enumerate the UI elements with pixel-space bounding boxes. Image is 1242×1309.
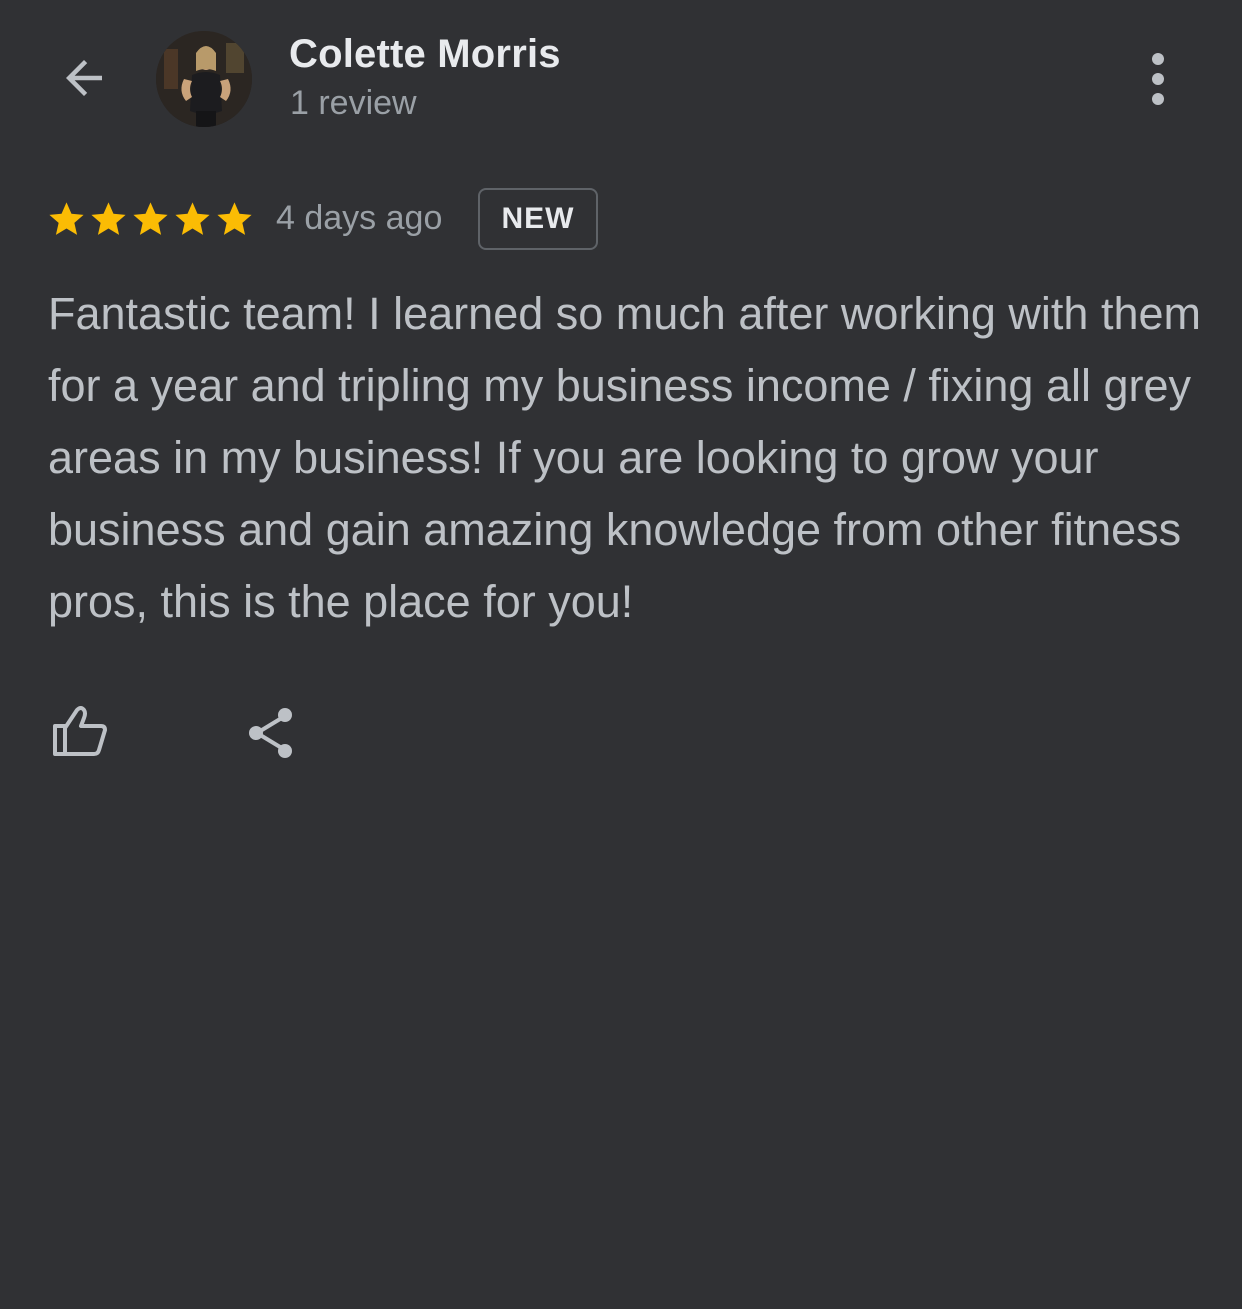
review-date: 4 days ago: [276, 199, 443, 237]
more-vert-icon: [1152, 53, 1164, 105]
star-icon: [175, 202, 210, 235]
more-options-button[interactable]: [1130, 48, 1186, 110]
star-rating: [46, 199, 255, 240]
avatar[interactable]: [156, 31, 252, 127]
like-button[interactable]: [44, 698, 116, 764]
reviewer-name[interactable]: Colette Morris: [289, 32, 561, 77]
review-count: 1 review: [290, 84, 417, 122]
back-button[interactable]: [54, 48, 114, 108]
share-icon: [249, 708, 292, 758]
review-text: Fantastic team! I learned so much after …: [48, 288, 1201, 627]
star-icon: [91, 202, 126, 235]
star-icon: [49, 202, 84, 235]
star-icon: [133, 202, 168, 235]
thumb-up-icon: [53, 706, 107, 756]
arrow-back-icon: [66, 60, 102, 96]
reviewer-avatar: [156, 31, 252, 127]
star-icon: [217, 202, 252, 235]
new-badge: NEW: [478, 188, 598, 250]
review-detail-screen: Colette Morris 1 review 4 days ago NEW F…: [0, 0, 1242, 1309]
share-button[interactable]: [236, 698, 306, 768]
